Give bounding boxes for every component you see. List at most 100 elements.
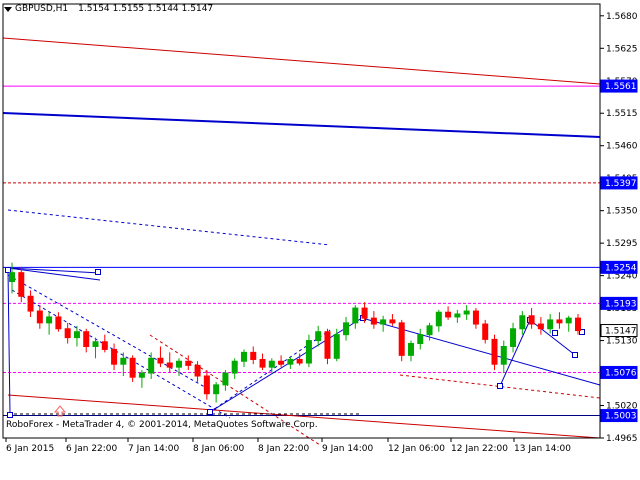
chart-window[interactable]: 1.56801.56251.55701.55151.54601.54051.53… xyxy=(0,0,640,480)
candle-body xyxy=(445,311,452,318)
horizontal-levels xyxy=(3,85,600,417)
x-tick-label: 12 Jan 22:00 xyxy=(451,444,508,454)
y-tick-label: 1.4965 xyxy=(606,434,638,444)
anchor-marker[interactable] xyxy=(572,352,578,358)
anchor-marker[interactable] xyxy=(552,330,558,336)
x-tick-label: 8 Jan 06:00 xyxy=(193,444,245,454)
x-tick-label: 8 Jan 22:00 xyxy=(258,444,310,454)
candle-body xyxy=(352,307,359,324)
candle-body xyxy=(417,334,424,345)
y-tick-label: 1.5460 xyxy=(606,142,638,152)
price-label-text: 1.5003 xyxy=(605,412,637,422)
candle-body xyxy=(101,341,108,350)
candle-body xyxy=(278,360,285,365)
candle-body xyxy=(519,315,526,330)
anchor-marker[interactable] xyxy=(95,269,101,275)
x-tick-label: 13 Jan 14:00 xyxy=(514,444,571,454)
trendline[interactable] xyxy=(2,112,601,138)
price-chart[interactable]: 1.56801.56251.55701.55151.54601.54051.53… xyxy=(0,0,640,480)
candle-body xyxy=(315,331,322,342)
trendline[interactable] xyxy=(7,394,601,439)
candle-body xyxy=(55,316,62,330)
candle-body xyxy=(138,372,145,378)
price-labels: 1.5561 1.5397 1.5254 1.5193 1.5147 1.5076 1.50… xyxy=(600,79,638,423)
candle-body xyxy=(18,272,25,297)
candle-body xyxy=(250,351,257,360)
candle-body xyxy=(194,364,201,377)
candle-body xyxy=(83,331,90,347)
candle-body xyxy=(537,323,544,330)
y-tick-label: 1.5515 xyxy=(606,109,638,119)
anchor-marker[interactable] xyxy=(497,383,503,389)
anchor-marker[interactable] xyxy=(207,409,213,415)
price-axis: 1.56801.56251.55701.55151.54601.54051.53… xyxy=(600,12,638,444)
candle-body xyxy=(510,328,517,347)
candle-body xyxy=(268,360,275,368)
candle-body xyxy=(120,357,127,365)
candle-body xyxy=(324,331,331,359)
price-label-text: 1.5561 xyxy=(605,82,637,92)
copyright-text: RoboForex - MetaTrader 4, © 2001-2014, M… xyxy=(6,420,318,430)
candle-body xyxy=(27,295,34,312)
trendline[interactable] xyxy=(2,37,601,85)
candle-body xyxy=(213,384,220,395)
candle-body xyxy=(333,334,340,359)
candle-body xyxy=(370,317,377,325)
high-price: 1.5155 xyxy=(112,4,145,14)
y-tick-label: 1.5680 xyxy=(606,12,638,22)
trendline[interactable] xyxy=(7,269,11,416)
candle-body xyxy=(296,358,303,364)
candle-body xyxy=(203,375,210,395)
candle-body xyxy=(36,310,43,324)
trendlines xyxy=(2,37,601,446)
trendline[interactable] xyxy=(11,289,231,419)
trendline[interactable] xyxy=(361,317,601,386)
dropdown-arrow-icon[interactable] xyxy=(4,6,12,12)
x-tick-label: 9 Jan 14:00 xyxy=(322,444,374,454)
candle-body xyxy=(426,325,433,336)
candle-body xyxy=(528,315,535,325)
candle-body xyxy=(500,345,507,365)
candle-body xyxy=(157,357,164,364)
trendline[interactable] xyxy=(7,209,331,246)
y-tick-label: 1.5130 xyxy=(606,337,638,347)
candle-body xyxy=(472,310,479,325)
candle-body xyxy=(454,313,461,318)
chart-title: GBPUSD,H1 1.5154 1.5155 1.5144 1.5147 xyxy=(4,4,213,14)
candle-body xyxy=(259,358,266,368)
candle-body xyxy=(129,357,136,378)
candle-body xyxy=(73,331,80,339)
candle-body xyxy=(361,307,368,319)
x-tick-label: 6 Jan 22:00 xyxy=(66,444,118,454)
candle-body xyxy=(482,323,489,340)
candle-body xyxy=(185,360,192,366)
candle-body xyxy=(547,319,554,330)
y-tick-label: 1.5350 xyxy=(606,207,638,217)
candle-body xyxy=(111,348,118,365)
candle-body xyxy=(398,322,405,356)
price-label-text: 1.5193 xyxy=(605,299,637,309)
candle-body xyxy=(176,360,183,368)
candle-body xyxy=(575,317,581,332)
time-axis: 6 Jan 2015 6 Jan 22:00 7 Jan 14:00 8 Jan 06… xyxy=(5,438,571,454)
candle-body xyxy=(9,272,15,283)
open-price: 1.5154 xyxy=(78,4,110,14)
trendline[interactable] xyxy=(209,329,331,413)
candle-body xyxy=(435,311,442,327)
candle-body xyxy=(343,322,350,336)
close-price: 1.5147 xyxy=(181,4,214,14)
candle-body xyxy=(148,357,155,374)
y-tick-label: 1.5295 xyxy=(606,239,638,249)
candle-body xyxy=(166,362,173,368)
anchor-marker[interactable] xyxy=(7,412,13,418)
candle-body xyxy=(556,319,563,324)
candle-body xyxy=(565,317,572,324)
price-label-text: 1.5397 xyxy=(605,179,637,189)
candle-body xyxy=(92,341,99,347)
candle-body xyxy=(389,319,396,324)
symbol-label: GBPUSD,H1 xyxy=(15,4,69,14)
price-label-text: 1.5254 xyxy=(605,263,637,273)
anchor-marker[interactable] xyxy=(5,267,11,273)
x-tick-label: 6 Jan 2015 xyxy=(6,444,54,454)
x-tick-label: 7 Jan 14:00 xyxy=(128,444,180,454)
